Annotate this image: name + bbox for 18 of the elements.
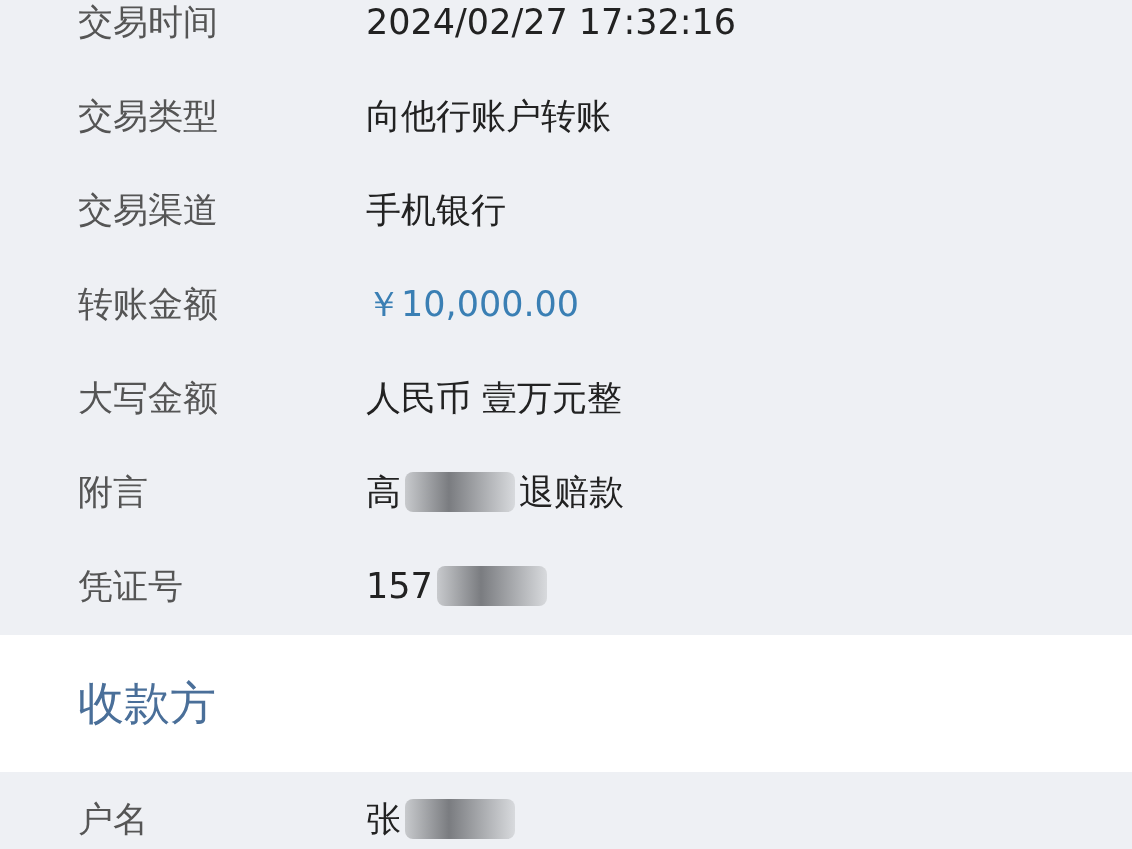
field-label: 交易类型 — [78, 94, 219, 138]
field-value: 157 — [366, 566, 433, 606]
field-value: 退赔款 — [519, 470, 624, 514]
field-label: 户名 — [78, 797, 149, 841]
field-value: 2024/02/27 17:32:16 — [366, 2, 737, 42]
field-label: 大写金额 — [78, 376, 219, 420]
field-label: 交易渠道 — [78, 188, 219, 232]
field-value: 手机银行 — [366, 188, 506, 232]
field-value: 人民币 壹万元整 — [366, 376, 623, 420]
field-value: 高 — [366, 470, 401, 514]
section-title: 收款方 — [78, 674, 216, 732]
field-value: 张 — [366, 797, 401, 841]
field-label: 转账金额 — [78, 282, 219, 326]
amount-value: ￥10,000.00 — [366, 282, 580, 326]
field-label: 凭证号 — [78, 564, 184, 608]
field-label: 附言 — [78, 470, 149, 514]
field-label: 交易时间 — [78, 0, 219, 44]
field-value: 向他行账户转账 — [366, 94, 611, 138]
